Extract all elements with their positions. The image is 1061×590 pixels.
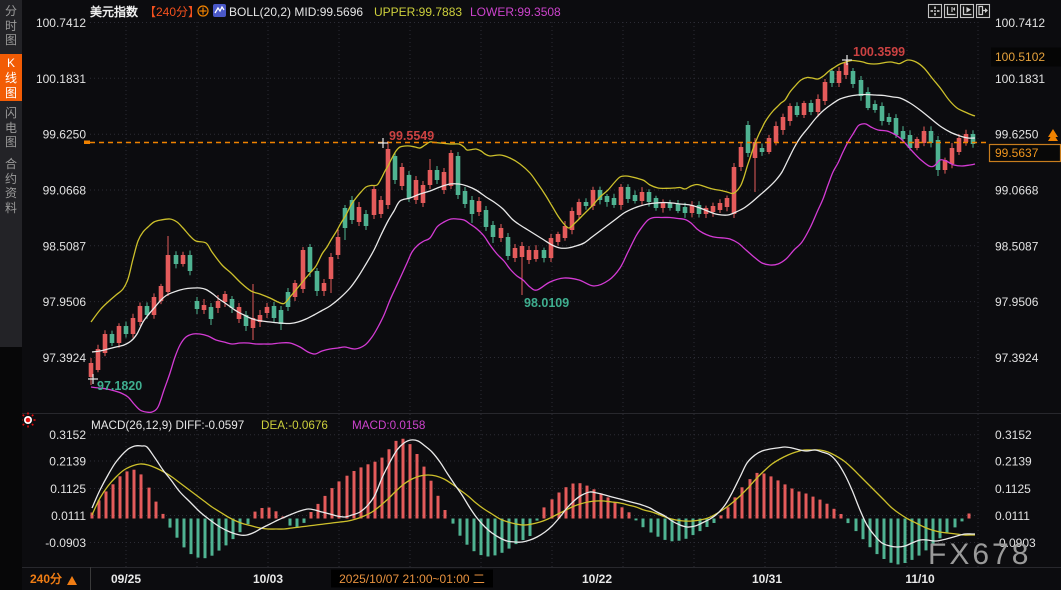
svg-text:0.0111: 0.0111 [995, 509, 1030, 523]
svg-text:100.7412: 100.7412 [995, 16, 1045, 30]
svg-text:0.1125: 0.1125 [995, 482, 1031, 496]
svg-text:0.3152: 0.3152 [995, 428, 1032, 442]
svg-text:【240分】: 【240分】 [144, 5, 200, 19]
svg-text:2025/10/07 21:00~01:00 二: 2025/10/07 21:00~01:00 二 [339, 572, 485, 586]
svg-text:美元指数: 美元指数 [90, 4, 139, 19]
svg-text:99.0668: 99.0668 [995, 184, 1039, 198]
svg-text:UPPER:99.7883: UPPER:99.7883 [374, 5, 462, 19]
svg-text:240分: 240分 [30, 571, 62, 586]
svg-text:98.5087: 98.5087 [43, 239, 87, 253]
svg-text:98.0109: 98.0109 [524, 296, 569, 310]
svg-text:LOWER:99.3508: LOWER:99.3508 [470, 5, 561, 19]
svg-text:11/10: 11/10 [905, 572, 935, 586]
svg-text:0.2139: 0.2139 [49, 455, 86, 469]
svg-text:99.5637: 99.5637 [995, 146, 1039, 160]
svg-text:BOLL(20,2) MID:99.5696: BOLL(20,2) MID:99.5696 [229, 5, 363, 19]
svg-text:100.1831: 100.1831 [995, 72, 1045, 86]
svg-text:99.6250: 99.6250 [995, 128, 1039, 142]
svg-text:98.5087: 98.5087 [995, 239, 1039, 253]
svg-text:DEA:-0.0676: DEA:-0.0676 [261, 419, 328, 432]
svg-text:MACD:0.0158: MACD:0.0158 [352, 419, 425, 432]
svg-text:10/03: 10/03 [253, 572, 283, 586]
svg-text:97.1820: 97.1820 [97, 379, 142, 393]
svg-text:10/22: 10/22 [582, 572, 612, 586]
svg-text:97.3924: 97.3924 [995, 351, 1039, 365]
svg-text:100.7412: 100.7412 [36, 16, 86, 30]
svg-text:97.9506: 97.9506 [995, 295, 1039, 309]
svg-text:09/25: 09/25 [111, 572, 141, 586]
svg-text:100.3599: 100.3599 [853, 45, 905, 59]
svg-text:97.9506: 97.9506 [43, 295, 87, 309]
svg-text:99.5549: 99.5549 [389, 129, 434, 143]
svg-text:99.6250: 99.6250 [43, 128, 87, 142]
svg-text:0.1125: 0.1125 [50, 482, 86, 496]
svg-text:97.3924: 97.3924 [43, 351, 87, 365]
svg-text:99.0668: 99.0668 [43, 184, 87, 198]
svg-text:0.0111: 0.0111 [51, 509, 86, 523]
svg-text:0.3152: 0.3152 [49, 428, 86, 442]
svg-text:10/31: 10/31 [752, 572, 782, 586]
svg-text:0.2139: 0.2139 [995, 455, 1032, 469]
svg-text:-0.0903: -0.0903 [45, 536, 86, 550]
svg-text:MACD(26,12,9) DIFF:-0.0597: MACD(26,12,9) DIFF:-0.0597 [91, 419, 244, 432]
svg-text:FX678: FX678 [928, 538, 1031, 571]
svg-text:100.1831: 100.1831 [36, 72, 86, 86]
svg-text:100.5102: 100.5102 [995, 50, 1045, 64]
